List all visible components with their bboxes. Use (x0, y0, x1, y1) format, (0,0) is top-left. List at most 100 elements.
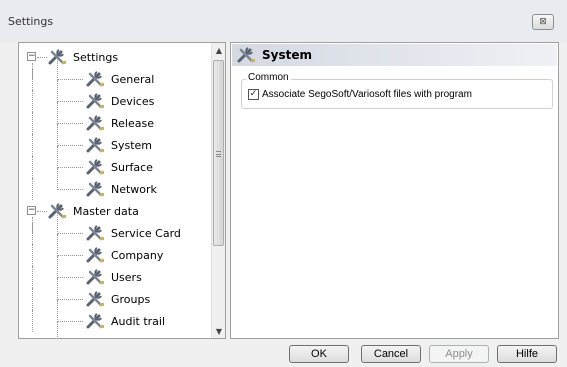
tree-connector (32, 310, 33, 332)
group-label: Common (246, 72, 291, 83)
tree-item-label: System (111, 138, 153, 152)
tree-connector (57, 189, 83, 190)
common-group: Common ✓ Associate SegoSoft/Variosoft fi… (241, 72, 553, 109)
tree-item-label: Release (111, 116, 154, 130)
tree-item-label: Surface (111, 160, 153, 174)
tree-item-devices[interactable]: Devices (85, 90, 154, 112)
tree-connector (57, 80, 58, 102)
tree-connector (57, 124, 58, 146)
tree-item-label: Service Card (111, 226, 181, 240)
cancel-button[interactable]: Cancel (361, 345, 421, 363)
scroll-up-button[interactable]: ▲ (212, 43, 225, 59)
apply-button[interactable]: Apply (429, 345, 489, 363)
scroll-down-button[interactable]: ▼ (212, 324, 225, 338)
tree-item-groups[interactable]: Groups (85, 288, 150, 310)
tools-icon (86, 269, 104, 285)
tools-icon (86, 137, 104, 153)
tree-item-label: Company (111, 248, 164, 262)
tree-connector (57, 101, 83, 102)
tree-item-label: Audit trail (111, 314, 166, 328)
tree-expander[interactable]: − (27, 206, 36, 215)
tree-item-label: Settings (73, 50, 119, 64)
tree-connector (57, 168, 58, 190)
grip-icon (216, 151, 221, 157)
tree-item-company[interactable]: Company (85, 244, 163, 266)
tree-connector (32, 288, 33, 310)
tree-connector (57, 233, 83, 234)
tree-item-master-data[interactable]: Master data (47, 200, 139, 222)
ok-button[interactable]: OK (289, 345, 349, 363)
tree-connector (32, 112, 33, 134)
tree-connector (32, 90, 33, 112)
settings-dialog: Settings ⊠ − Settings General Devices Releas… (0, 0, 567, 367)
tree-item-label: Groups (111, 292, 151, 306)
tree-item-audit-trail[interactable]: Audit trail (85, 310, 165, 332)
tree-item-general[interactable]: General (85, 68, 154, 90)
tree-item-label: General (111, 72, 155, 86)
tree-item-system[interactable]: System (85, 134, 153, 156)
tree-connector (57, 212, 58, 234)
tree-connector (32, 266, 33, 288)
tree-connector (32, 68, 33, 90)
tree-connector (57, 123, 83, 124)
tools-icon (48, 203, 66, 219)
tree-item-users[interactable]: Users (85, 266, 142, 288)
tree-connector (57, 321, 58, 338)
dialog-body: − Settings General Devices Release System Surf… (8, 42, 559, 367)
tree-item-label: Master data (73, 204, 139, 218)
system-panel: System Common ✓ Associate SegoSoft/Vario… (230, 42, 559, 339)
tree-connector (57, 234, 58, 256)
associate-files-label[interactable]: Associate SegoSoft/Variosoft files with … (262, 89, 472, 100)
tree-connector (32, 222, 33, 244)
tools-icon (86, 93, 104, 109)
close-button[interactable]: ⊠ (532, 14, 554, 30)
panel-title: System (262, 48, 312, 62)
tree-connector (32, 134, 33, 156)
tree-connector (57, 299, 83, 300)
tools-icon (86, 225, 104, 241)
window-title: Settings (8, 15, 54, 28)
tree-item-label: Users (111, 270, 142, 284)
tree-item-service-card[interactable]: Service Card (85, 222, 181, 244)
tree-connector (57, 102, 58, 124)
tree-item-network[interactable]: Network (85, 178, 157, 200)
tree-connector (57, 321, 83, 322)
tree-expander[interactable]: − (27, 52, 36, 61)
tree-list: − Settings General Devices Release System Surf… (19, 43, 213, 338)
scroll-thumb[interactable] (213, 60, 224, 246)
title-bar: Settings ⊠ (0, 0, 567, 42)
tree-connector (57, 255, 83, 256)
help-button[interactable]: Hilfe (497, 345, 557, 363)
tree-connector (57, 146, 58, 168)
tree-connector (57, 145, 83, 146)
tree-connector (57, 167, 83, 168)
tree-connector (32, 244, 33, 266)
settings-tree: − Settings General Devices Release System Surf… (18, 42, 226, 339)
tools-icon (86, 71, 104, 87)
tree-connector (32, 178, 33, 200)
tree-connector (57, 79, 83, 80)
tools-icon (237, 47, 255, 63)
tree-connector (57, 256, 58, 278)
tree-connector (37, 211, 47, 212)
tree-item-release[interactable]: Release (85, 112, 154, 134)
tree-connector (37, 57, 47, 58)
tools-icon (86, 115, 104, 131)
tools-icon (86, 313, 104, 329)
tools-icon (86, 181, 104, 197)
tree-connector (57, 58, 58, 80)
tools-icon (86, 159, 104, 175)
associate-files-checkbox[interactable]: ✓ (248, 89, 259, 100)
tools-icon (86, 247, 104, 263)
tree-connector (57, 300, 58, 322)
tools-icon (86, 291, 104, 307)
tree-item-surface[interactable]: Surface (85, 156, 153, 178)
tree-scrollbar[interactable]: ▲ ▼ (211, 43, 225, 338)
tree-item-label: Devices (111, 94, 155, 108)
tree-item-label: Network (111, 182, 157, 196)
panel-header: System (232, 44, 557, 66)
tree-connector (57, 278, 58, 300)
associate-files-option[interactable]: ✓ Associate SegoSoft/Variosoft files wit… (248, 89, 472, 100)
tree-connector (32, 156, 33, 178)
tree-connector (57, 277, 83, 278)
